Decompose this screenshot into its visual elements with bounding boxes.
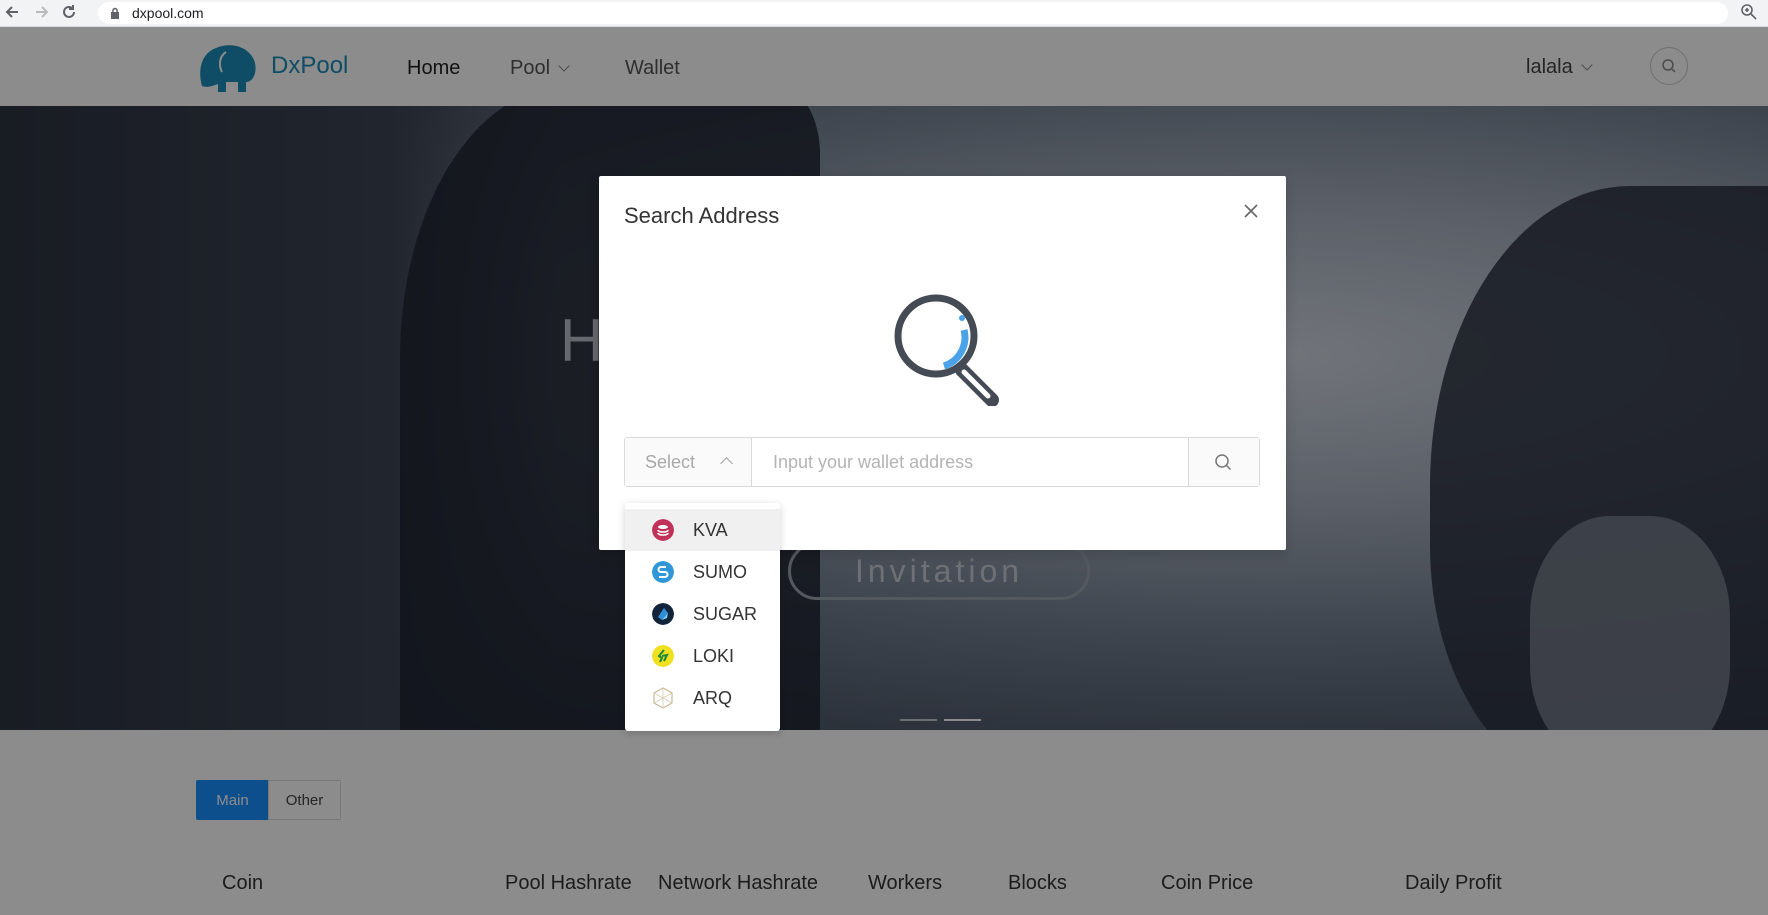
coin-select-dropdown: KVA SUMO SUGAR LOKI ARQ bbox=[625, 503, 780, 731]
modal-title: Search Address bbox=[624, 203, 780, 228]
search-address-modal: Search Address Select bbox=[599, 176, 1286, 550]
coin-option-arq[interactable]: ARQ bbox=[625, 677, 780, 719]
coin-select[interactable]: Select bbox=[625, 438, 752, 486]
kva-coin-icon bbox=[652, 519, 674, 541]
coin-select-placeholder: Select bbox=[645, 452, 696, 472]
coin-option-label: ARQ bbox=[693, 688, 733, 708]
coin-option-label: LOKI bbox=[693, 646, 735, 666]
lock-icon bbox=[111, 7, 119, 19]
reload-icon[interactable] bbox=[60, 3, 78, 21]
coin-option-sumo[interactable]: SUMO bbox=[625, 551, 780, 593]
url-text: dxpool.com bbox=[132, 5, 204, 21]
sugar-coin-icon bbox=[652, 603, 674, 625]
search-submit-button[interactable] bbox=[1188, 438, 1259, 486]
zoom-icon[interactable] bbox=[1740, 3, 1758, 21]
loki-coin-icon bbox=[652, 645, 674, 667]
coin-option-label: KVA bbox=[693, 520, 728, 540]
forward-icon[interactable] bbox=[32, 3, 50, 21]
browser-toolbar: dxpool.com bbox=[0, 0, 1768, 27]
magnifier-illustration-icon bbox=[894, 294, 999, 406]
coin-option-loki[interactable]: LOKI bbox=[625, 635, 780, 677]
back-icon[interactable] bbox=[4, 3, 22, 21]
search-icon bbox=[1215, 454, 1232, 471]
coin-option-label: SUGAR bbox=[693, 604, 758, 624]
coin-option-kva[interactable]: KVA bbox=[625, 509, 780, 551]
wallet-address-input[interactable] bbox=[753, 438, 1188, 486]
arq-coin-icon bbox=[653, 687, 673, 709]
chevron-up-icon bbox=[720, 457, 733, 470]
coin-option-sugar[interactable]: SUGAR bbox=[625, 593, 780, 635]
close-icon[interactable] bbox=[1242, 202, 1260, 220]
sumo-coin-icon bbox=[652, 561, 674, 583]
search-address-form: Select bbox=[624, 437, 1260, 487]
coin-option-label: SUMO bbox=[693, 562, 747, 582]
address-bar[interactable]: dxpool.com bbox=[98, 2, 1728, 24]
